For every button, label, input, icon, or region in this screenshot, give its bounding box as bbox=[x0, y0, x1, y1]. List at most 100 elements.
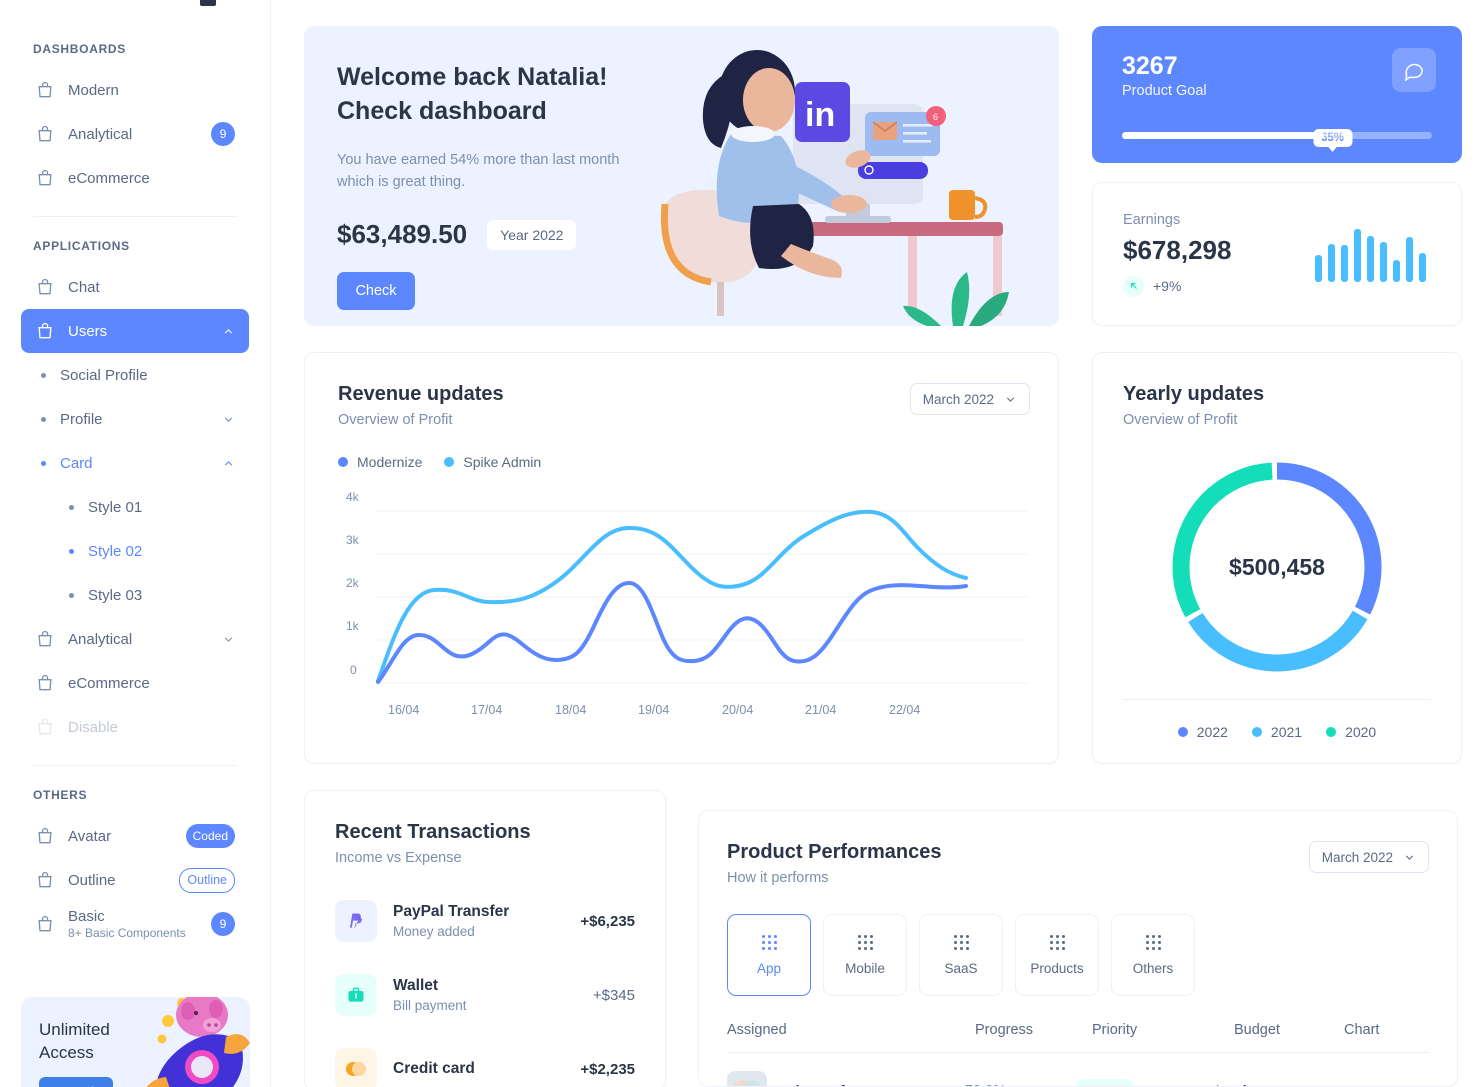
performances-month-select[interactable]: March 2022 bbox=[1308, 841, 1429, 873]
promo-card[interactable]: Unlimited Access Upgrade bbox=[21, 997, 250, 1087]
earnings-value: $678,298 bbox=[1123, 234, 1232, 265]
welcome-heading-line1: Welcome back Natalia! bbox=[337, 63, 608, 91]
promo-upgrade-button[interactable]: Upgrade bbox=[39, 1076, 113, 1087]
sidebar-item-card[interactable]: Card bbox=[21, 441, 249, 485]
svg-text:in: in bbox=[805, 96, 835, 134]
svg-text:0: 0 bbox=[350, 663, 357, 677]
tab-app[interactable]: App bbox=[727, 914, 811, 996]
sidebar-item-outline[interactable]: Outline Outline bbox=[21, 858, 249, 902]
sidebar-item-style-03[interactable]: Style 03 bbox=[21, 573, 249, 617]
bullet-icon bbox=[69, 592, 74, 598]
sidebar-item-profile[interactable]: Profile bbox=[21, 397, 249, 441]
sidebar-item-basic[interactable]: Basic 8+ Basic Components 9 bbox=[21, 902, 249, 946]
list-item[interactable]: Wallet Bill payment +$345 bbox=[335, 974, 635, 1016]
column-header-budget: Budget bbox=[1234, 1022, 1280, 1038]
svg-text:20/04: 20/04 bbox=[722, 703, 753, 717]
revenue-line-chart: 4k 3k 2k 1k 0 16/04 17/04 18/04 19/04 20… bbox=[346, 490, 1028, 717]
logo-area bbox=[0, 0, 270, 10]
paypal-icon bbox=[335, 900, 377, 942]
svg-text:18/04: 18/04 bbox=[555, 703, 586, 717]
legend-item-spike-admin: Spike Admin bbox=[444, 454, 541, 470]
welcome-heading-line2: Check dashboard bbox=[337, 96, 547, 125]
sidebar-item-style-01[interactable]: Style 01 bbox=[21, 485, 249, 529]
bullet-icon bbox=[41, 372, 46, 378]
legend-swatch bbox=[338, 457, 348, 467]
bullet-icon bbox=[41, 460, 46, 466]
earnings-caption: Earnings bbox=[1123, 211, 1181, 228]
tab-label: App bbox=[756, 960, 782, 976]
tab-products[interactable]: Products bbox=[1015, 914, 1099, 996]
sidebar-badge-basic: 9 bbox=[211, 912, 235, 936]
goal-progress-track bbox=[1122, 132, 1432, 139]
nav-divider-2 bbox=[33, 765, 237, 766]
sidebar-badge: 9 bbox=[211, 122, 235, 146]
legend-label: 2022 bbox=[1196, 723, 1228, 740]
revenue-legend: Modernize Spike Admin bbox=[338, 454, 1025, 470]
sidebar-item-ecommerce-2[interactable]: eCommerce bbox=[21, 661, 249, 705]
list-item[interactable]: Credit card +$2,235 bbox=[335, 1048, 635, 1087]
yearly-updates-card: Yearly updates Overview of Profit $500,4… bbox=[1092, 352, 1462, 764]
list-item[interactable]: PayPal Transfer Money added +$6,235 bbox=[335, 900, 635, 942]
grid-dots-icon bbox=[857, 934, 873, 950]
sidebar-item-label: Basic bbox=[68, 908, 105, 925]
sidebar-item-chat[interactable]: Chat bbox=[21, 265, 249, 309]
transaction-amount: +$6,235 bbox=[580, 912, 635, 930]
transaction-desc: Bill payment bbox=[393, 998, 467, 1013]
goal-progress-fill bbox=[1122, 132, 1324, 139]
column-header-priority: Priority bbox=[1092, 1022, 1138, 1038]
status-badge: Low bbox=[1077, 1079, 1134, 1086]
check-button[interactable]: Check bbox=[337, 272, 415, 311]
legend-label: 2020 bbox=[1345, 723, 1377, 740]
sidebar-item-avatar[interactable]: Avatar Coded bbox=[21, 814, 249, 858]
legend-label: 2021 bbox=[1270, 723, 1303, 740]
sidebar-item-label: Card bbox=[60, 454, 93, 472]
sidebar-item-label: Outline bbox=[68, 871, 116, 889]
column-header-progress: Progress bbox=[975, 1022, 1034, 1038]
yearly-title: Yearly updates bbox=[1123, 383, 1265, 405]
transaction-name: PayPal Transfer bbox=[393, 903, 510, 920]
grid-dots-icon bbox=[953, 934, 969, 950]
yearly-donut-chart: $500,458 bbox=[1172, 462, 1382, 671]
app-logo[interactable] bbox=[200, 0, 216, 6]
bag-icon bbox=[38, 169, 52, 186]
sidebar-item-disable: Disable bbox=[21, 705, 249, 749]
transactions-subtitle: Income vs Expense bbox=[335, 850, 462, 866]
chevron-up-icon bbox=[224, 460, 233, 466]
sidebar-item-analytical[interactable]: Analytical 9 bbox=[21, 112, 249, 156]
svg-text:21/04: 21/04 bbox=[805, 703, 836, 717]
chevron-down-icon bbox=[224, 636, 233, 642]
bag-icon bbox=[38, 81, 52, 98]
tab-label: Products bbox=[1030, 960, 1084, 976]
sidebar-item-label: Modern bbox=[68, 81, 119, 99]
sidebar-item-label: Profile bbox=[60, 410, 103, 428]
donut-center-value: $500,458 bbox=[1229, 554, 1325, 580]
wallet-icon bbox=[335, 974, 377, 1016]
sidebar-item-label: Style 02 bbox=[88, 542, 143, 560]
legend-item-2020: 2020 bbox=[1326, 724, 1376, 740]
table-row[interactable]: Minecraf App 73.2% Low $3.5k bbox=[727, 1053, 1429, 1086]
bag-icon bbox=[38, 125, 52, 142]
sidebar-item-social-profile[interactable]: Social Profile bbox=[21, 353, 249, 397]
sidebar-item-ecommerce[interactable]: eCommerce bbox=[21, 156, 249, 200]
sidebar-item-label: Analytical bbox=[68, 630, 133, 648]
bullet-icon bbox=[69, 548, 74, 554]
tab-others[interactable]: Others bbox=[1111, 914, 1195, 996]
chat-bubble-icon[interactable] bbox=[1392, 48, 1436, 92]
revenue-month-select[interactable]: March 2022 bbox=[909, 383, 1030, 415]
sidebar-item-label: eCommerce bbox=[68, 674, 150, 692]
chevron-down-icon bbox=[1405, 854, 1414, 860]
grid-dots-icon bbox=[761, 934, 777, 950]
sidebar-item-modern[interactable]: Modern bbox=[21, 68, 249, 112]
nav-divider bbox=[33, 216, 237, 217]
sidebar-item-users[interactable]: Users bbox=[21, 309, 249, 353]
tab-mobile[interactable]: Mobile bbox=[823, 914, 907, 996]
svg-text:4k: 4k bbox=[346, 490, 360, 504]
transaction-amount: +$345 bbox=[592, 986, 635, 1004]
sidebar-item-analytical-2[interactable]: Analytical bbox=[21, 617, 249, 661]
sidebar-item-style-02[interactable]: Style 02 bbox=[21, 529, 249, 573]
sidebar-item-label: Style 01 bbox=[88, 498, 143, 516]
revenue-month-value: March 2022 bbox=[922, 391, 994, 407]
app-avatar bbox=[727, 1071, 767, 1086]
tab-saas[interactable]: SaaS bbox=[919, 914, 1003, 996]
svg-text:17/04: 17/04 bbox=[471, 703, 502, 717]
